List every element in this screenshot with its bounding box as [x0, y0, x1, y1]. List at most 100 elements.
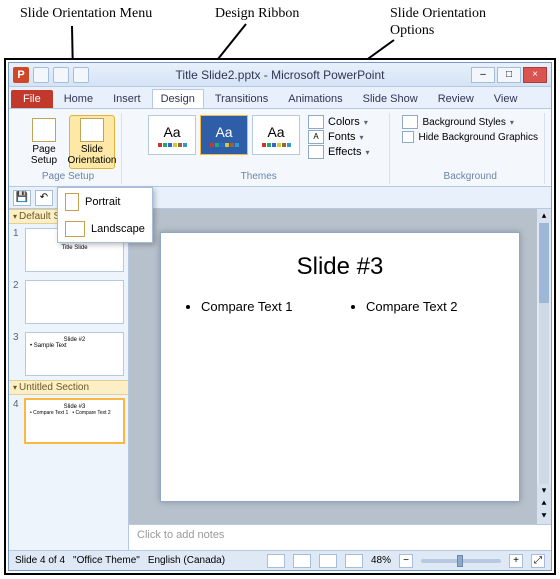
zoom-slider[interactable] — [421, 559, 501, 563]
zoom-slider-knob[interactable] — [457, 555, 463, 567]
scroll-thumb[interactable] — [539, 223, 549, 303]
view-sorter-button[interactable] — [293, 554, 311, 568]
annotation-orientation-options: Slide Orientation Options — [390, 6, 486, 40]
tab-animations[interactable]: Animations — [279, 89, 351, 108]
next-slide-icon[interactable]: ⯆ — [537, 510, 551, 524]
slide-orientation-label: Slide Orientation — [68, 144, 117, 166]
slide-orientation-button[interactable]: Slide Orientation — [69, 115, 115, 169]
chevron-down-icon: ▾ — [510, 118, 514, 127]
slide-orientation-icon — [80, 118, 104, 142]
orientation-portrait[interactable]: Portrait — [58, 188, 152, 216]
view-normal-button[interactable] — [267, 554, 285, 568]
theme-aa: Aa — [215, 124, 232, 140]
background-styles-menu[interactable]: Background Styles ▾ — [402, 115, 538, 129]
close-button[interactable]: × — [523, 67, 547, 83]
thumbnail-number: 4 — [13, 399, 23, 443]
theme-thumbnail[interactable]: Aa — [148, 115, 196, 155]
slide-title[interactable]: Slide #3 — [185, 253, 495, 281]
slide-editor: Slide #3 Compare Text 1 Compare Text 2 ▴… — [129, 209, 551, 550]
chevron-down-icon: ▾ — [13, 212, 17, 221]
annotation-orientation-menu: Slide Orientation Menu — [20, 6, 152, 23]
minimize-button[interactable]: – — [471, 67, 495, 83]
view-reading-button[interactable] — [319, 554, 337, 568]
thumbnail-bullet: • Compare Text 2 — [72, 410, 110, 416]
qat-redo-icon[interactable] — [73, 67, 89, 83]
thumbnail-bullet: • Sample Text — [30, 343, 119, 349]
page-setup-icon — [32, 118, 56, 142]
fonts-menu[interactable]: AFonts▾ — [308, 130, 369, 144]
tab-design[interactable]: Design — [152, 89, 204, 108]
theme-thumbnail[interactable]: Aa — [200, 115, 248, 155]
thumbnail-2[interactable]: 2 — [9, 276, 128, 328]
slide-bullet-left[interactable]: Compare Text 1 — [201, 299, 330, 314]
group-label-background: Background — [444, 171, 497, 182]
qat-undo-icon[interactable] — [53, 67, 69, 83]
slide-bullet-right[interactable]: Compare Text 2 — [366, 299, 495, 314]
thumbnail-bullet: • Compare Text 1 — [30, 410, 68, 416]
status-theme: "Office Theme" — [73, 555, 140, 566]
colors-menu[interactable]: Colors ▾ — [308, 115, 369, 129]
qat-save-icon[interactable] — [33, 67, 49, 83]
qat-save-icon[interactable]: 💾 — [13, 190, 31, 206]
effects-menu[interactable]: Effects▾ — [308, 145, 369, 159]
slide-thumbnails-panel: ▾Default Section 1 Title Slide 2 3 Slide… — [9, 209, 129, 550]
tab-transitions[interactable]: Transitions — [206, 89, 277, 108]
fit-to-window-button[interactable]: ⤢ — [531, 554, 545, 568]
prev-slide-icon[interactable]: ⯅ — [537, 497, 551, 511]
orientation-landscape[interactable]: Landscape — [58, 216, 152, 242]
slide-orientation-menu: Portrait Landscape — [57, 187, 153, 243]
tab-slideshow[interactable]: Slide Show — [354, 89, 427, 108]
page-setup-button[interactable]: Page Setup — [21, 115, 67, 169]
theme-thumbnail[interactable]: Aa — [252, 115, 300, 155]
thumbnail-number: 2 — [13, 280, 23, 324]
thumbnail-number: 3 — [13, 332, 23, 376]
section-header-untitled[interactable]: ▾Untitled Section — [9, 380, 128, 395]
background-styles-label: Background Styles — [422, 117, 505, 128]
chevron-down-icon: ▾ — [360, 133, 364, 142]
titlebar: P Title Slide2.pptx - Microsoft PowerPoi… — [9, 63, 551, 87]
hide-background-checkbox[interactable]: Hide Background Graphics — [402, 131, 538, 143]
chevron-down-icon: ▾ — [13, 383, 17, 392]
fonts-label: Fonts — [328, 131, 356, 143]
thumbnail-title: Title Slide — [30, 245, 119, 251]
scroll-up-icon[interactable]: ▴ — [537, 209, 551, 223]
chevron-down-icon: ▾ — [364, 118, 368, 127]
effects-icon — [308, 145, 324, 159]
hide-background-label: Hide Background Graphics — [418, 132, 538, 143]
annotation-design-ribbon: Design Ribbon — [215, 6, 299, 23]
window-title: Title Slide2.pptx - Microsoft PowerPoint — [89, 68, 471, 82]
tab-view[interactable]: View — [485, 89, 527, 108]
group-label-page-setup: Page Setup — [42, 171, 94, 182]
tab-review[interactable]: Review — [429, 89, 483, 108]
theme-aa: Aa — [163, 124, 180, 140]
notes-pane[interactable]: Click to add notes — [129, 524, 551, 550]
vertical-scrollbar[interactable]: ▴ ▾ ⯅ ⯆ — [537, 209, 551, 524]
group-page-setup: Page Setup Slide Orientation Page Setup — [15, 113, 122, 184]
view-slideshow-button[interactable] — [345, 554, 363, 568]
zoom-in-button[interactable]: + — [509, 554, 523, 568]
thumbnail-number: 1 — [13, 228, 23, 272]
tab-file[interactable]: File — [11, 90, 53, 108]
zoom-percent[interactable]: 48% — [371, 555, 391, 566]
thumbnail-4[interactable]: 4 Slide #3 • Compare Text 1• Compare Tex… — [9, 395, 128, 447]
scroll-down-icon[interactable]: ▾ — [537, 484, 551, 498]
zoom-out-button[interactable]: − — [399, 554, 413, 568]
powerpoint-window: P Title Slide2.pptx - Microsoft PowerPoi… — [8, 62, 552, 571]
background-styles-icon — [402, 115, 418, 129]
effects-label: Effects — [328, 146, 361, 158]
tab-home[interactable]: Home — [55, 89, 102, 108]
colors-label: Colors — [328, 116, 360, 128]
qat-undo-icon[interactable]: ↶ — [35, 190, 53, 206]
thumbnail-3[interactable]: 3 Slide #2 • Sample Text — [9, 328, 128, 380]
maximize-button[interactable]: □ — [497, 67, 521, 83]
theme-aa: Aa — [267, 124, 284, 140]
workspace: ▾Default Section 1 Title Slide 2 3 Slide… — [9, 209, 551, 550]
orientation-landscape-label: Landscape — [91, 223, 145, 235]
status-language[interactable]: English (Canada) — [148, 555, 225, 566]
powerpoint-icon: P — [13, 67, 29, 83]
tab-insert[interactable]: Insert — [104, 89, 150, 108]
group-label-themes: Themes — [241, 171, 277, 182]
portrait-icon — [65, 193, 79, 211]
slide-canvas[interactable]: Slide #3 Compare Text 1 Compare Text 2 — [160, 232, 520, 502]
page-setup-label: Page Setup — [24, 144, 64, 166]
